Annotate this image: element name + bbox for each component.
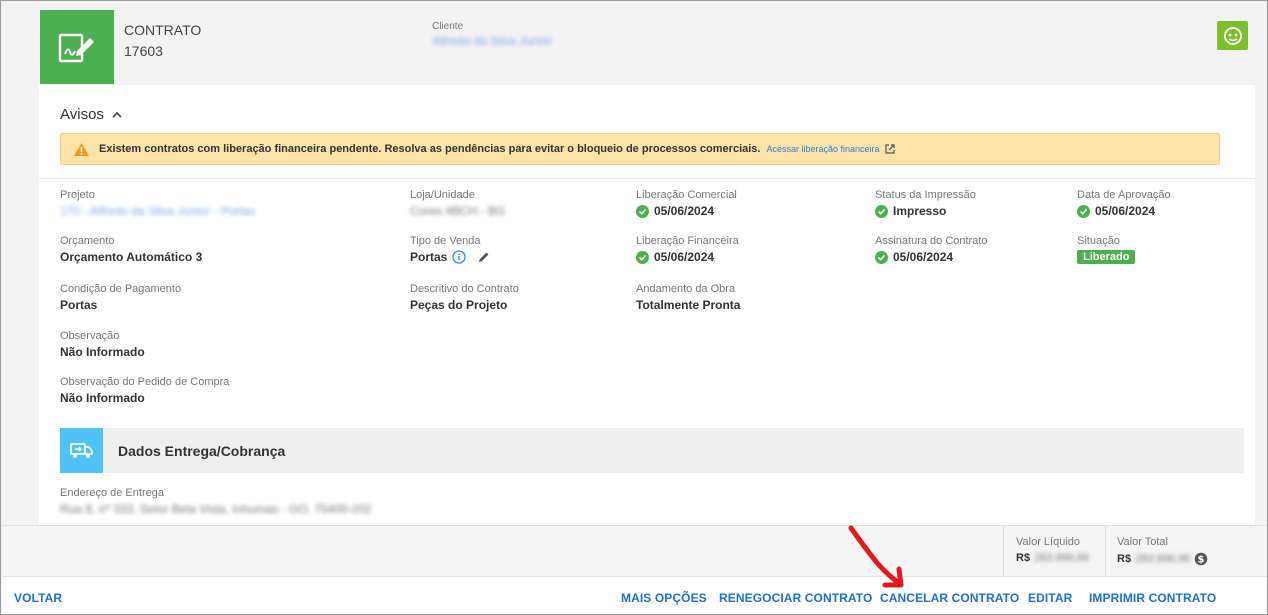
divider [1105,526,1106,576]
totals-strip: Valor Líquido R$ 283.996,96 Valor Total … [2,525,1266,576]
renegotiate-contract-button[interactable]: RENEGOCIAR CONTRATO [719,591,872,605]
chevron-up-icon [112,111,122,118]
currency: R$ [1117,553,1132,565]
field-observacao-pedido: Observação do Pedido de Compra Não Infor… [60,376,229,405]
divider [39,178,1255,179]
field-value: Não Informado [60,345,145,359]
financial-release-link[interactable]: Acessar liberação financeira [766,144,879,154]
field-value: Cores 4BCH - BG [410,204,506,218]
field-label: Situação [1077,235,1120,247]
field-label: Descritivo do Contrato [410,283,519,295]
field-loja: Loja/Unidade Cores 4BCH - BG [410,189,505,218]
contract-window: CONTRATO 17603 Cliente Alfredo da Silva … [0,0,1268,615]
check-circle-icon [875,204,888,218]
total-value: 283.996,96 [1135,553,1191,565]
currency: R$ [1016,552,1031,564]
action-bar: VOLTAR MAIS OPÇÕES RENEGOCIAR CONTRATO C… [2,576,1266,614]
field-endereco-entrega: Endereço de Entrega Rua 8, nº 333, Setor… [60,487,372,516]
more-options-button[interactable]: MAIS OPÇÕES [621,591,707,605]
total-geral: Valor Total R$ 283.996,96 $ [1117,536,1208,566]
field-label: Data de Aprovação [1077,189,1171,201]
contract-label: CONTRATO [124,22,202,38]
total-label: Valor Líquido [1016,536,1081,548]
check-circle-icon [1077,204,1090,218]
external-link-icon[interactable] [884,143,896,155]
field-value: Peças do Projeto [410,298,508,312]
edit-button[interactable]: EDITAR [1028,591,1072,605]
field-andamento-obra: Andamento da Obra Totalmente Pronta [636,283,740,312]
field-orcamento: Orçamento Orçamento Automático 3 [60,235,202,264]
field-label: Observação [60,330,120,342]
status-badge: Liberado [1077,250,1136,264]
field-descritivo: Descritivo do Contrato Peças do Projeto [410,283,519,312]
avisos-toggle[interactable]: Avisos [60,106,122,123]
financial-warning-alert: Existem contratos com liberação financei… [60,133,1220,165]
field-liberacao-financeira: Liberação Financeira 05/06/2024 [636,235,739,264]
contract-details-card: Avisos Existem contratos com liberação f… [39,85,1255,525]
contract-icon [40,10,114,84]
field-value: Rua 8, nº 333, Setor Bela Vista, Inhumas… [60,502,372,516]
total-label: Valor Total [1117,536,1168,548]
field-status-impressao: Status da Impressão Impresso [875,189,976,218]
field-value: Portas [410,250,448,264]
project-link[interactable]: 170 - Alfredo da Silva Junior - Portas [60,204,255,218]
svg-text:$: $ [1198,555,1205,566]
field-value: 05/06/2024 [654,250,715,264]
alert-message: Existem contratos com liberação financei… [99,143,761,155]
field-value: 05/06/2024 [1095,204,1156,218]
check-circle-icon [636,204,649,218]
field-value: Impresso [893,204,947,218]
field-tipo-venda: Tipo de Venda Portas [410,235,491,264]
field-label: Loja/Unidade [410,189,475,201]
client-link[interactable]: Alfredo da Silva Junior [432,34,552,48]
field-label: Orçamento [60,235,115,247]
total-liquido: Valor Líquido R$ 283.996,96 [1016,536,1089,564]
contract-number: 17603 [124,43,163,59]
annotation-arrow-icon [848,525,904,588]
field-observacao: Observação Não Informado [60,330,145,359]
field-value: Totalmente Pronta [636,298,741,312]
print-contract-button[interactable]: IMPRIMIR CONTRATO [1089,591,1216,605]
check-circle-icon [875,250,888,264]
field-label: Projeto [60,189,95,201]
field-condicao-pagamento: Condição de Pagamento Portas [60,283,181,312]
check-circle-icon [636,250,649,264]
field-value: 05/06/2024 [893,250,954,264]
face-icon [1223,26,1242,45]
field-value: 05/06/2024 [654,204,715,218]
field-value: Orçamento Automático 3 [60,250,203,264]
cancel-contract-button[interactable]: CANCELAR CONTRATO [880,591,1019,605]
field-value: Portas [60,298,98,312]
pencil-icon[interactable] [477,250,491,264]
delivery-section-header: Dados Entrega/Cobrança [60,428,1244,473]
field-label: Assinatura do Contrato [875,235,988,247]
field-label: Observação do Pedido de Compra [60,376,230,388]
dollar-coin-icon[interactable]: $ [1194,552,1208,566]
field-label: Status da Impressão [875,189,976,201]
field-label: Condição de Pagamento [60,283,182,295]
field-label: Liberação Financeira [636,235,739,247]
field-liberacao-comercial: Liberação Comercial 05/06/2024 [636,189,737,218]
field-value: Não Informado [60,391,145,405]
field-label: Andamento da Obra [636,283,736,295]
field-label: Endereço de Entrega [60,487,164,499]
field-data-aprovacao: Data de Aprovação 05/06/2024 [1077,189,1171,218]
contract-header: CONTRATO 17603 Cliente Alfredo da Silva … [2,2,1266,84]
info-icon[interactable] [452,250,467,264]
field-label: Liberação Comercial [636,189,737,201]
user-avatar-button[interactable] [1217,21,1248,50]
field-projeto: Projeto 170 - Alfredo da Silva Junior - … [60,189,255,218]
field-situacao: Situação Liberado [1077,235,1136,264]
divider [1003,526,1004,576]
section-title: Dados Entrega/Cobrança [118,443,286,459]
truck-icon [60,428,103,473]
warning-icon [74,142,89,156]
field-assinatura: Assinatura do Contrato 05/06/2024 [875,235,988,264]
field-label: Tipo de Venda [410,235,481,247]
back-button[interactable]: VOLTAR [14,591,62,605]
avisos-title: Avisos [60,106,104,123]
total-value: 283.996,96 [1034,552,1090,564]
client-label: Cliente [432,21,464,32]
